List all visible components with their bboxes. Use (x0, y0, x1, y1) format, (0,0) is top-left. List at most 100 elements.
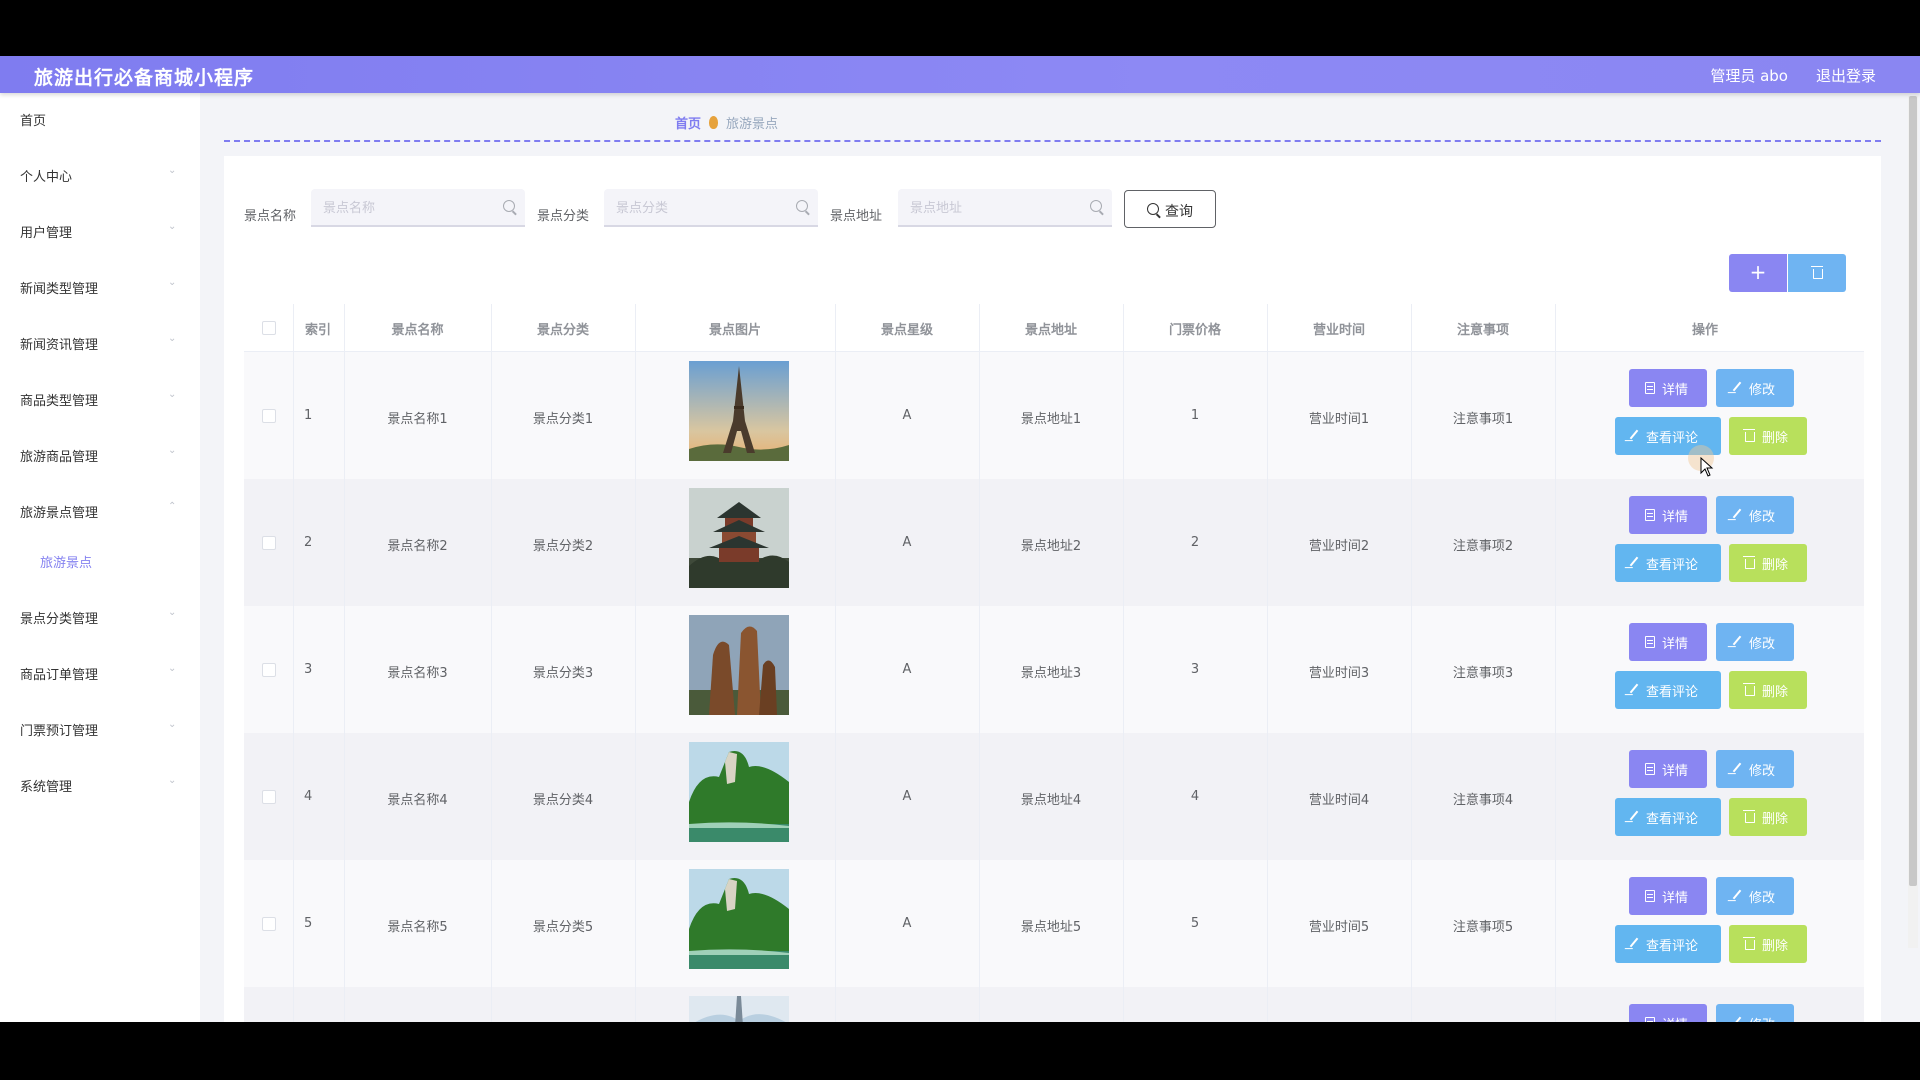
edit-button[interactable]: 修改 (1716, 1004, 1794, 1022)
sidebar-item-users[interactable]: 用户管理 ⌄ (0, 210, 200, 250)
edit-button[interactable]: 修改 (1716, 750, 1794, 788)
select-all-checkbox[interactable] (262, 321, 276, 335)
chevron-down-icon: ⌄ (168, 607, 177, 618)
cell-notes: 注意事项1 (1452, 412, 1514, 427)
sidebar-item-personal-center[interactable]: 个人中心 ⌄ (0, 154, 200, 194)
edit-button-label: 修改 (1749, 637, 1776, 652)
row-checkbox[interactable] (262, 917, 276, 931)
sidebar-item-label: 用户管理 (20, 226, 73, 241)
cell-name: 景点名称1 (387, 412, 448, 427)
sidebar-item-label: 个人中心 (20, 170, 73, 185)
cell-stars: A (902, 662, 912, 677)
breadcrumb-home[interactable]: 首页 (675, 117, 701, 132)
search-address-field[interactable] (898, 189, 1112, 227)
document-icon (1645, 1017, 1655, 1022)
delete-button[interactable]: 删除 (1729, 798, 1807, 836)
detail-button[interactable]: 详情 (1629, 750, 1707, 788)
edit-icon (1732, 1016, 1742, 1022)
cell-hours: 营业时间4 (1308, 793, 1370, 808)
attraction-image-green-mountain[interactable] (689, 869, 789, 969)
trash-icon (1811, 266, 1823, 279)
sidebar-item-system[interactable]: 系统管理 ⌄ (0, 764, 200, 804)
search-address-input[interactable] (908, 197, 1082, 219)
delete-button-label: 删除 (1762, 431, 1789, 446)
edit-icon (1629, 429, 1639, 440)
row-checkbox[interactable] (262, 663, 276, 677)
delete-button[interactable]: 删除 (1729, 671, 1807, 709)
sidebar-item-product-types[interactable]: 商品类型管理 ⌄ (0, 378, 200, 418)
chevron-down-icon: ⌄ (168, 389, 177, 400)
row-checkbox[interactable] (262, 790, 276, 804)
cell-category: 景点分类4 (532, 793, 594, 808)
view-comments-button[interactable]: 查看评论 (1615, 798, 1721, 836)
sidebar-item-product-orders[interactable]: 商品订单管理 ⌄ (0, 652, 200, 692)
detail-button[interactable]: 详情 (1629, 1004, 1707, 1022)
logout-link[interactable]: 退出登录 (1816, 65, 1876, 86)
sidebar-subitem-attractions[interactable]: 旅游景点 (0, 542, 200, 578)
sidebar-item-news-types[interactable]: 新闻类型管理 ⌄ (0, 266, 200, 306)
top-bar: 旅游出行必备商城小程序 管理员 abo 退出登录 (0, 56, 1920, 93)
sidebar-item-news[interactable]: 新闻资讯管理 ⌄ (0, 322, 200, 362)
search-name-field[interactable] (311, 189, 525, 227)
view-comments-button[interactable]: 查看评论 (1615, 544, 1721, 582)
detail-button[interactable]: 详情 (1629, 369, 1707, 407)
delete-button[interactable]: 删除 (1729, 417, 1807, 455)
edit-button[interactable]: 修改 (1716, 369, 1794, 407)
delete-button[interactable]: 删除 (1729, 544, 1807, 582)
detail-button[interactable]: 详情 (1629, 877, 1707, 915)
column-header: 营业时间 (1312, 323, 1365, 338)
row-checkbox[interactable] (262, 409, 276, 423)
edit-button[interactable]: 修改 (1716, 623, 1794, 661)
cell-category: 景点分类1 (532, 412, 594, 427)
sidebar-item-travel-products[interactable]: 旅游商品管理 ⌄ (0, 434, 200, 474)
attraction-image-green-mountain[interactable] (689, 742, 789, 842)
column-header: 景点星级 (880, 323, 933, 338)
document-icon (1645, 636, 1655, 648)
edit-icon (1732, 889, 1742, 900)
edit-button[interactable]: 修改 (1716, 496, 1794, 534)
attraction-image-snowy-tower[interactable] (689, 996, 789, 1022)
view-comments-button[interactable]: 查看评论 (1615, 925, 1721, 963)
detail-button-label: 详情 (1662, 1014, 1688, 1022)
divider (224, 140, 1881, 142)
chevron-down-icon: ⌄ (168, 333, 177, 344)
vertical-scrollbar[interactable] (1908, 96, 1918, 948)
attraction-image-pagoda[interactable] (689, 488, 789, 588)
view-comments-button-label: 查看评论 (1646, 558, 1699, 573)
add-button[interactable]: + (1729, 254, 1787, 292)
column-header: 索引 (304, 323, 331, 338)
column-header: 景点地址 (1024, 323, 1077, 338)
edit-button[interactable]: 修改 (1716, 877, 1794, 915)
query-button-label: 查询 (1165, 204, 1193, 220)
edit-icon (1732, 762, 1742, 773)
delete-button[interactable]: 删除 (1729, 925, 1807, 963)
batch-delete-button[interactable] (1788, 254, 1846, 292)
view-comments-button[interactable]: 查看评论 (1615, 671, 1721, 709)
search-category-input[interactable] (614, 197, 788, 219)
detail-button[interactable]: 详情 (1629, 496, 1707, 534)
attraction-image-rock-pillars[interactable] (689, 615, 789, 715)
sidebar-item-attraction-categories[interactable]: 景点分类管理 ⌄ (0, 596, 200, 636)
edit-icon (1732, 381, 1742, 392)
sidebar-item-home[interactable]: 首页 (0, 98, 200, 138)
delete-button-label: 删除 (1762, 812, 1789, 827)
cell-stars: A (902, 408, 912, 423)
cell-address: 景点地址5 (1020, 920, 1082, 935)
sidebar-item-ticket-bookings[interactable]: 门票预订管理 ⌄ (0, 708, 200, 748)
table-row: 3 景点名称3 景点分类3 A 景点地址3 3 营业时间3 注意事项3 详情 修… (244, 606, 1864, 734)
query-button[interactable]: 查询 (1124, 190, 1216, 228)
cell-notes: 注意事项2 (1452, 539, 1514, 554)
edit-button-label: 修改 (1749, 383, 1776, 398)
scrollbar-thumb[interactable] (1909, 96, 1917, 886)
sidebar-item-attractions[interactable]: 旅游景点管理 ⌃ (0, 490, 200, 530)
cell-category: 景点分类5 (532, 920, 594, 935)
search-name-input[interactable] (321, 197, 495, 219)
detail-button[interactable]: 详情 (1629, 623, 1707, 661)
sidebar-item-label: 旅游景点管理 (20, 506, 99, 521)
attraction-image-eiffel-tower[interactable] (689, 361, 789, 461)
row-checkbox[interactable] (262, 536, 276, 550)
main-content: 首页 旅游景点 景点名称 景点分类 景点地址 查询 + (200, 93, 1910, 1022)
search-category-field[interactable] (604, 189, 818, 227)
cell-notes: 注意事项3 (1452, 666, 1514, 681)
sidebar-item-label: 商品类型管理 (20, 394, 99, 409)
